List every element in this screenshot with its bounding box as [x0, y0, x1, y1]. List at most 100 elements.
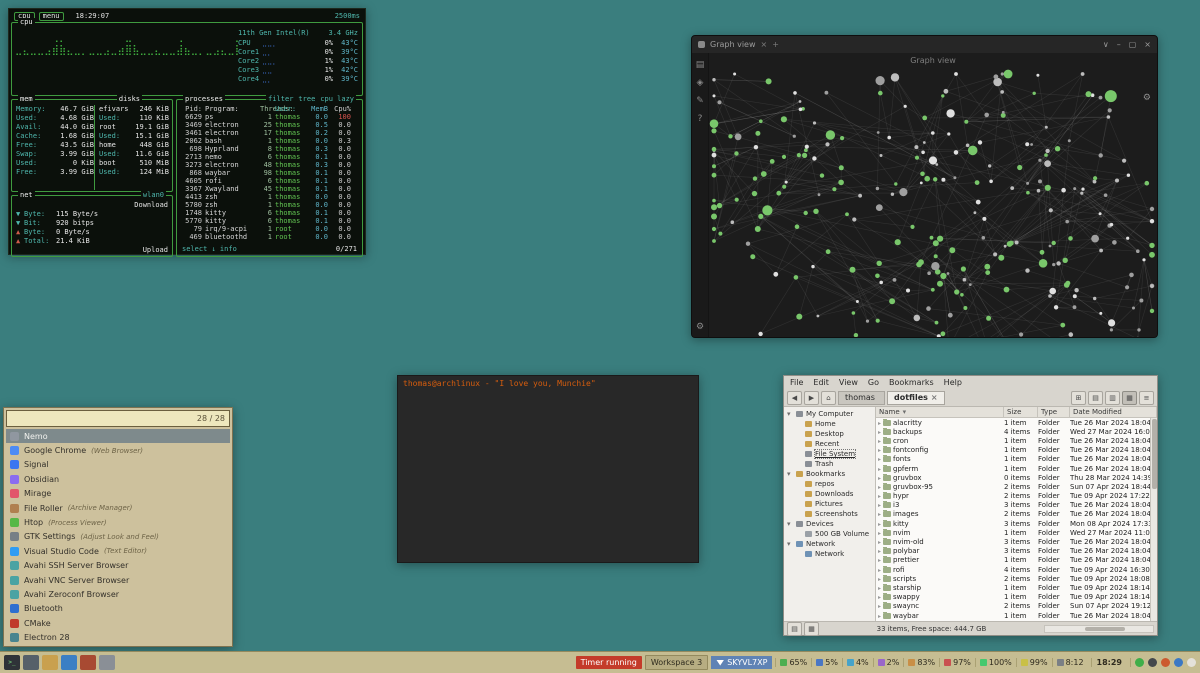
clock[interactable]: 18:29: [1091, 658, 1127, 667]
editor-icon[interactable]: [23, 655, 39, 670]
dual-pane-toggle-button[interactable]: ▦: [804, 622, 819, 636]
file-row[interactable]: swaync 2 items Folder Sun 07 Apr 2024 19…: [876, 602, 1157, 611]
sidebar-item[interactable]: Recent: [784, 439, 875, 449]
process-row[interactable]: 4605 rofi 6 thomas 0.1 0.0: [180, 177, 359, 185]
update-interval[interactable]: 2500ms: [335, 12, 360, 21]
expander-icon[interactable]: [878, 437, 881, 445]
expander-icon[interactable]: [878, 547, 881, 555]
launcher-item[interactable]: Bluetooth: [6, 602, 230, 616]
expander-icon[interactable]: [878, 474, 881, 482]
volume-tray-icon[interactable]: [1174, 658, 1183, 667]
process-row[interactable]: 3367 Xwayland 45 thomas 0.1 0.0: [180, 185, 359, 193]
column-size[interactable]: Size: [1004, 407, 1038, 417]
file-row[interactable]: swappy 1 item Folder Tue 09 Apr 2024 18:…: [876, 593, 1157, 602]
sidebar-item[interactable]: Home: [784, 419, 875, 429]
column-type[interactable]: Type: [1038, 407, 1070, 417]
process-row[interactable]: 79 irq/9-acpi 1 root 0.0 0.0: [180, 225, 359, 233]
expander-icon[interactable]: [878, 455, 881, 463]
network-interface[interactable]: wlan0: [141, 191, 166, 200]
temperature-icon[interactable]: 97%: [939, 658, 975, 667]
launcher-item[interactable]: Signal: [6, 458, 230, 472]
keyboard-icon[interactable]: [1148, 658, 1157, 667]
file-row[interactable]: scripts 2 items Folder Tue 09 Apr 2024 1…: [876, 574, 1157, 583]
tab-menu[interactable]: menu: [39, 12, 64, 21]
expander-icon[interactable]: [878, 529, 881, 537]
sidebar-item[interactable]: Trash: [784, 459, 875, 469]
cpu-icon[interactable]: 5%: [811, 658, 842, 667]
file-row[interactable]: nvim 1 item Folder Wed 27 Mar 2024 11:00…: [876, 528, 1157, 537]
menu-button[interactable]: ≡: [1139, 391, 1154, 405]
expander-icon[interactable]: [878, 556, 881, 564]
side-pane-toggle-button[interactable]: ▤: [787, 622, 802, 636]
close-button[interactable]: ×: [1144, 40, 1151, 49]
network-indicator[interactable]: SKYVL7XP: [711, 656, 772, 669]
expander-icon[interactable]: [878, 602, 881, 610]
scrollbar-thumb[interactable]: [1085, 627, 1125, 631]
minimize-button[interactable]: –: [1117, 40, 1121, 49]
launcher-item[interactable]: Htop (Process Viewer): [6, 515, 230, 529]
file-row[interactable]: fonts 1 item Folder Tue 26 Mar 2024 18:0…: [876, 455, 1157, 464]
process-row[interactable]: 5780 zsh 1 thomas 0.0 0.0: [180, 201, 359, 209]
sidebar-item[interactable]: ▾ Network: [784, 539, 875, 549]
file-row[interactable]: gruvbox 0 items Folder Thu 28 Mar 2024 1…: [876, 473, 1157, 482]
tab-tree[interactable]: tree: [298, 95, 315, 104]
menu-item[interactable]: File: [790, 378, 803, 387]
files-icon[interactable]: ▤: [696, 60, 705, 70]
expander-icon[interactable]: [878, 465, 881, 473]
file-row[interactable]: alacritty 1 item Folder Tue 26 Mar 2024 …: [876, 418, 1157, 427]
path-tab[interactable]: thomas: [838, 391, 885, 405]
file-row[interactable]: i3 3 items Folder Tue 26 Mar 2024 18:04:…: [876, 501, 1157, 510]
launcher-item[interactable]: Avahi Zeroconf Browser: [6, 587, 230, 601]
graph-canvas[interactable]: [709, 69, 1157, 338]
tab-close-icon[interactable]: ×: [761, 40, 768, 49]
workspace-indicator[interactable]: Workspace 3: [645, 655, 708, 670]
maximize-button[interactable]: ▢: [1129, 40, 1137, 49]
menu-item[interactable]: View: [839, 378, 858, 387]
launcher-item[interactable]: CMake: [6, 616, 230, 630]
process-row[interactable]: 5770 kitty 6 thomas 0.1 0.0: [180, 217, 359, 225]
process-row[interactable]: 3461 electron 17 thomas 0.2 0.0: [180, 129, 359, 137]
launcher-item[interactable]: Mirage: [6, 487, 230, 501]
timer-badge[interactable]: Timer running: [576, 656, 642, 669]
memory-icon[interactable]: 4%: [842, 658, 873, 667]
file-row[interactable]: nvim-old 3 items Folder Tue 26 Mar 2024 …: [876, 537, 1157, 546]
launcher-item[interactable]: Visual Studio Code (Text Editor): [6, 544, 230, 558]
launcher-item[interactable]: Google Chrome (Web Browser): [6, 443, 230, 457]
update-icon[interactable]: [1161, 658, 1170, 667]
expander-icon[interactable]: [878, 428, 881, 436]
file-row[interactable]: prettier 1 item Folder Tue 26 Mar 2024 1…: [876, 556, 1157, 565]
forward-button[interactable]: ▶: [804, 391, 819, 405]
file-row[interactable]: hypr 2 items Folder Tue 09 Apr 2024 17:2…: [876, 492, 1157, 501]
expander-icon[interactable]: [878, 575, 881, 583]
menu-item[interactable]: Edit: [813, 378, 829, 387]
path-tab[interactable]: dotfiles×: [887, 391, 945, 405]
menu-item[interactable]: Go: [868, 378, 879, 387]
store-icon[interactable]: [80, 655, 96, 670]
process-row[interactable]: 6629 ps 1 thomas 0.0 100: [180, 113, 359, 121]
sidebar-item[interactable]: ▾ Bookmarks: [784, 469, 875, 479]
column-date[interactable]: Date Modified: [1070, 407, 1157, 417]
file-row[interactable]: waybar 1 item Folder Tue 26 Mar 2024 18:…: [876, 611, 1157, 620]
tab-filter[interactable]: filter: [268, 95, 293, 104]
obsidian-title-bar[interactable]: Graph view × + ∨–▢×: [692, 36, 1157, 53]
file-row[interactable]: rofi 4 items Folder Tue 09 Apr 2024 16:3…: [876, 565, 1157, 574]
expander-icon[interactable]: [878, 612, 881, 620]
new-tab-button[interactable]: ⊞: [1071, 391, 1086, 405]
menu-item[interactable]: Bookmarks: [889, 378, 934, 387]
column-name[interactable]: Name: [876, 407, 1004, 417]
brightness-icon[interactable]: 99%: [1016, 658, 1052, 667]
sidebar-item[interactable]: File System: [784, 449, 875, 459]
process-row[interactable]: 698 Hyprland 8 thomas 0.3 0.0: [180, 145, 359, 153]
process-row[interactable]: 3273 electron 48 thomas 0.3 0.0: [180, 161, 359, 169]
sidebar-item[interactable]: ▾ Devices: [784, 519, 875, 529]
scrollbar-thumb[interactable]: [1152, 419, 1157, 489]
menu-item[interactable]: Help: [944, 378, 962, 387]
file-row[interactable]: starship 1 item Folder Tue 09 Apr 2024 1…: [876, 583, 1157, 592]
sidebar-item[interactable]: ▾ My Computer: [784, 409, 875, 419]
launcher-item[interactable]: GTK Settings (Adjust Look and Feel): [6, 530, 230, 544]
compact-view-button[interactable]: ▥: [1105, 391, 1120, 405]
sidebar-item[interactable]: repos: [784, 479, 875, 489]
edit-icon[interactable]: ✎: [696, 96, 704, 106]
help-icon[interactable]: ?: [698, 114, 703, 124]
disk-icon[interactable]: 83%: [903, 658, 939, 667]
